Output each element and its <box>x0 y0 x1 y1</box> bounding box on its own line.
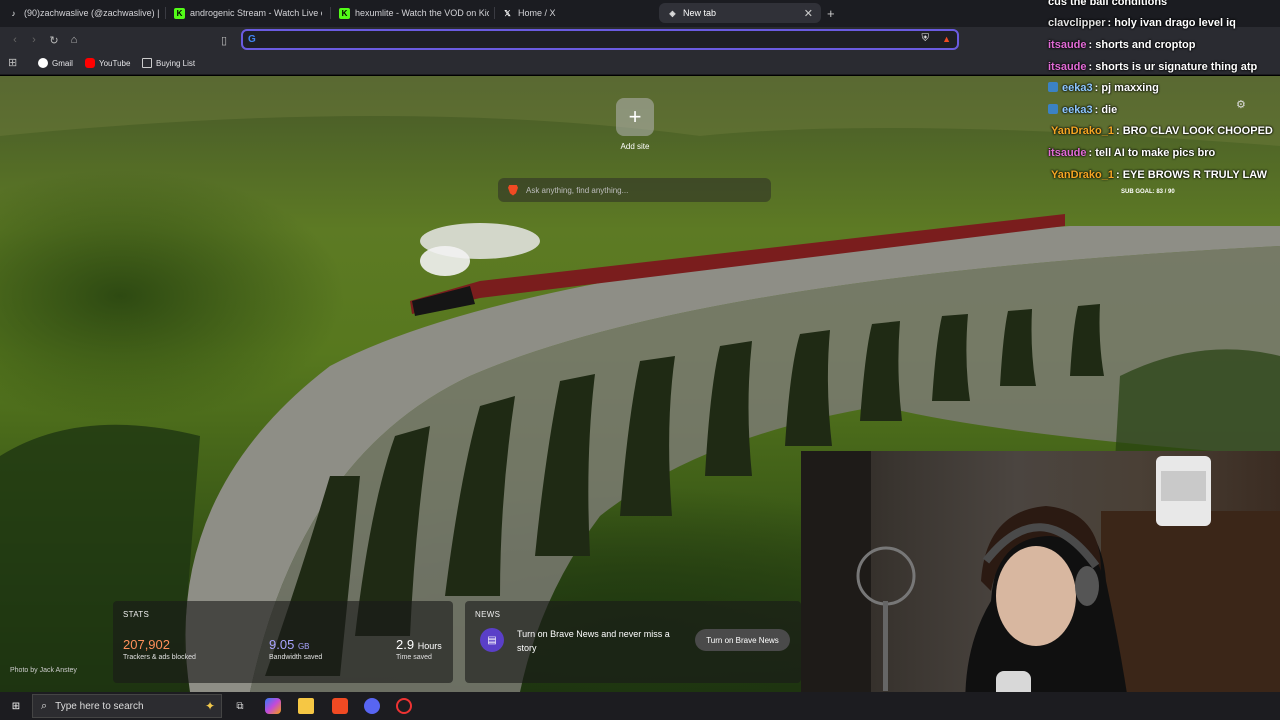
news-widget: NEWS ▤ Turn on Brave News and never miss… <box>465 601 801 683</box>
brave-icon: ◈ <box>669 8 676 18</box>
back-arrow-icon[interactable]: ‹ <box>8 33 22 47</box>
google-icon <box>38 58 48 68</box>
webcam-scene <box>801 451 1280 720</box>
tab-label: (90)zachwaslive (@zachwaslive) | Tik <box>24 8 160 18</box>
forward-arrow-icon[interactable]: › <box>27 33 41 47</box>
bookmark-label: Buying List <box>156 58 196 68</box>
address-bar[interactable]: G ▲ ⛨ <box>241 29 959 50</box>
home-icon[interactable]: ⌂ <box>67 33 81 47</box>
chat-message: YanDrako_1: BRO CLAV LOOK CHOOPED <box>1051 125 1273 137</box>
plus-icon: + <box>628 104 642 129</box>
tab-label: androgenic Stream - Watch Live on K <box>190 8 322 18</box>
tab-new-tab[interactable]: ◈ New tab ✕ <box>659 3 821 23</box>
folder-icon <box>142 58 152 68</box>
youtube-icon <box>85 58 95 68</box>
bookmark-gmail[interactable]: Gmail <box>38 58 73 68</box>
discord-icon[interactable] <box>364 698 380 714</box>
chat-message: itsaude: shorts and croptop <box>1048 39 1196 51</box>
chat-message: itsaude: tell AI to make pics bro <box>1048 147 1216 159</box>
taskbar-search-placeholder: Type here to search <box>55 700 144 712</box>
copilot-icon[interactable] <box>265 698 281 714</box>
brave-lion-icon <box>508 184 518 196</box>
bookmark-icon[interactable]: ▯ <box>217 33 231 47</box>
chat-message: eeka3: die <box>1048 104 1117 116</box>
webcam-overlay <box>801 451 1280 720</box>
obs-icon[interactable] <box>396 698 412 714</box>
windows-start-icon[interactable]: ⊞ <box>8 698 24 714</box>
new-tab-button[interactable]: + <box>827 3 841 23</box>
address-input[interactable] <box>263 33 903 46</box>
x-icon: 𝕏 <box>504 8 511 18</box>
bookmark-label: YouTube <box>99 58 131 68</box>
bandwidth-label: Bandwidth saved <box>269 654 323 661</box>
bookmark-buying-list[interactable]: Buying List <box>142 58 195 68</box>
add-site-label: Add site <box>620 142 650 151</box>
search-icon: ⌕ <box>41 699 48 712</box>
file-explorer-icon[interactable] <box>298 698 314 714</box>
stats-title: STATS <box>123 610 150 619</box>
time-saved-label: Time saved <box>396 654 432 661</box>
brave-browser-icon[interactable] <box>332 698 348 714</box>
google-icon: G <box>248 34 256 45</box>
ask-placeholder: Ask anything, find anything... <box>526 185 629 195</box>
chat-message: eeka3: pj maxxing <box>1048 82 1159 94</box>
brave-shields-icon[interactable]: ⛨ <box>922 33 930 44</box>
add-site-button[interactable]: + <box>616 98 654 136</box>
chat-message: itsaude: shorts is ur signature thing at… <box>1048 61 1258 73</box>
subscriber-badge-icon <box>1048 82 1058 92</box>
task-view-icon[interactable]: ⧉ <box>232 698 248 714</box>
tiktok-icon: ♪ <box>11 8 16 18</box>
kick-icon: K <box>174 7 185 19</box>
tab-kick-androgenic[interactable]: K androgenic Stream - Watch Live on K <box>174 3 322 23</box>
sparkle-icon: ✦ <box>204 699 215 713</box>
chat-message: YanDrako_1: EYE BROWS R TRULY LAW <box>1051 169 1267 181</box>
time-saved-value: 2.9 Hours <box>396 637 442 652</box>
sub-goal-counter: SUB GOAL: 83 / 90 <box>1121 189 1175 195</box>
trackers-count: 207,902 <box>123 637 170 652</box>
taskbar-search-box[interactable]: ⌕ Type here to search ✦ <box>32 694 222 718</box>
turn-on-brave-news-button[interactable]: Turn on Brave News <box>695 629 790 651</box>
news-title: NEWS <box>475 610 501 619</box>
trackers-label: Trackers & ads blocked <box>123 654 196 661</box>
brave-rewards-icon[interactable]: ▲ <box>942 34 951 44</box>
kick-icon: K <box>339 7 350 19</box>
chat-message: cus the ball conditions <box>1048 0 1168 8</box>
bookmark-youtube[interactable]: YouTube <box>85 58 130 68</box>
news-icon: ▤ <box>480 628 504 652</box>
tab-label: New tab <box>683 8 717 18</box>
tab-label: hexumlite - Watch the VOD on Kick <box>355 8 489 18</box>
tab-label: Home / X <box>518 8 556 18</box>
stats-widget: STATS 207,902 Trackers & ads blocked 9.0… <box>113 601 453 683</box>
bandwidth-value: 9.05 GB <box>269 637 310 652</box>
tab-tiktok[interactable]: ♪ (90)zachwaslive (@zachwaslive) | Tik <box>8 3 161 23</box>
tab-kick-hexumlite[interactable]: K hexumlite - Watch the VOD on Kick <box>339 3 489 23</box>
subscriber-badge-icon <box>1048 104 1058 114</box>
chat-message: clavclipper: holy ivan drago level iq <box>1048 17 1236 29</box>
apps-grid-icon[interactable]: ⊞ <box>8 56 17 69</box>
reload-icon[interactable]: ↻ <box>47 33 61 47</box>
gear-icon[interactable]: ⚙ <box>1236 98 1246 111</box>
photo-credit: Photo by Jack Anstey <box>10 667 77 674</box>
bookmark-label: Gmail <box>52 58 73 68</box>
news-promo-text: Turn on Brave News and never miss a stor… <box>517 629 670 653</box>
tab-x-home[interactable]: 𝕏 Home / X <box>502 3 652 23</box>
close-tab-icon[interactable]: ✕ <box>804 7 813 20</box>
ask-search-box[interactable]: Ask anything, find anything... <box>498 178 771 202</box>
